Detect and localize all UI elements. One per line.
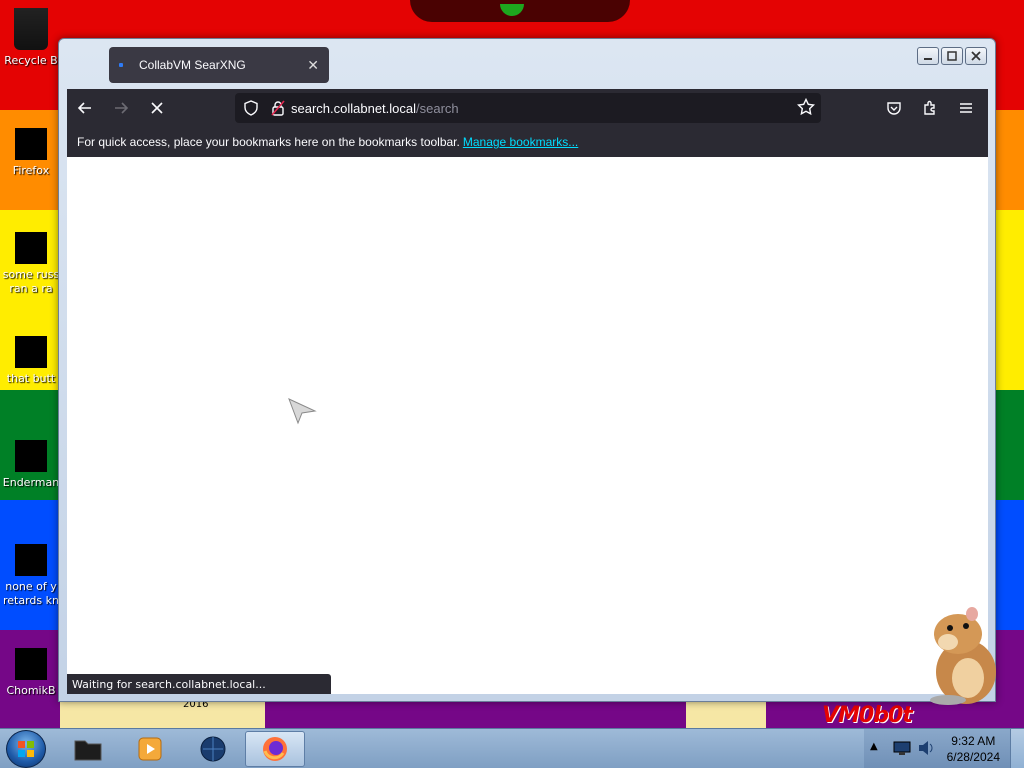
forward-button[interactable] [103,93,139,123]
network-icon[interactable] [892,739,912,757]
desktop-icon-label: that butt [6,372,56,385]
favicon-icon [119,63,123,67]
start-button[interactable] [6,730,46,768]
navigation-toolbar: search.collabnet.local/search [67,89,988,127]
insecure-lock-icon[interactable] [271,100,285,116]
extensions-button[interactable] [912,93,948,123]
taskbar: ▲ 9:32 AM 6/28/2024 [0,728,1024,768]
desktop-icon-file[interactable]: Enderman [0,440,62,490]
globe-icon [200,736,226,762]
status-bar: Waiting for search.collabnet.local... [67,674,331,694]
maximize-icon [947,51,957,61]
application-icon [15,648,47,680]
taskbar-app-browser[interactable] [183,731,243,767]
toolbar-actions [876,93,984,123]
document-icon [15,336,47,368]
desktop-icon-file[interactable]: some russ ran a ra [0,232,62,296]
document-icon [15,232,47,264]
maximize-button[interactable] [941,47,963,65]
desktop-icon-firefox[interactable]: Firefox [0,128,62,178]
desktop-icon-file[interactable]: that butt [0,336,62,386]
desktop-icon-label: some russ [2,268,60,281]
recycle-bin-icon [14,8,48,50]
wallpaper-watermark: VM0b0t [822,703,913,728]
desktop-icon-label: Enderman [2,476,60,489]
bookmark-star-icon[interactable] [797,98,815,116]
desktop-icon-label: Recycle B [4,54,58,67]
manage-bookmarks-link[interactable]: Manage bookmarks... [463,135,578,149]
bookmarks-hint: For quick access, place your bookmarks h… [77,135,460,149]
clock-time: 9:32 AM [951,734,996,748]
application-icon [15,440,47,472]
desktop-icon-label: retards kn [3,594,59,607]
volume-icon[interactable] [916,739,936,757]
desktop-icon-file[interactable]: none of y retards kn [0,544,62,608]
page-content[interactable]: Waiting for search.collabnet.local... [67,157,988,694]
wallpaper-shape [686,700,766,730]
media-player-icon [138,737,162,761]
tab-collabvm-searxng[interactable]: CollabVM SearXNG ✕ [109,47,329,83]
taskbar-app-explorer[interactable] [58,731,118,767]
desktop-icon-recycle-bin[interactable]: Recycle B [0,8,62,68]
hamburger-menu-icon [960,103,972,113]
bookmarks-toolbar: For quick access, place your bookmarks h… [67,127,988,157]
desktop-icon-label: ChomikB [6,684,56,697]
tab-title: CollabVM SearXNG [139,58,246,72]
pocket-button[interactable] [876,93,912,123]
browser-window: CollabVM SearXNG ✕ search.collabnet.loca… [58,38,996,702]
shield-icon[interactable] [243,100,259,116]
windows-logo-icon [18,741,34,757]
minimize-icon [924,58,932,60]
desktop-icon-label: none of y [5,580,57,593]
close-icon [971,51,981,61]
folder-icon [74,740,102,761]
stop-button[interactable] [139,93,175,123]
firefox-icon [15,128,47,160]
application-icon [15,544,47,576]
desktop-icon-label: Firefox [12,164,50,177]
puzzle-icon [924,100,935,115]
clock-date: 6/28/2024 [946,750,1000,764]
wallpaper-shape [60,700,265,730]
taskbar-app-media-player[interactable] [120,731,180,767]
address-bar[interactable]: search.collabnet.local/search [235,93,821,123]
window-controls [917,47,987,65]
show-hidden-icons-icon[interactable]: ▲ [870,741,878,752]
system-tray: ▲ 9:32 AM 6/28/2024 [864,729,1024,768]
url-text: search.collabnet.local/search [291,100,459,116]
pocket-icon [887,102,901,115]
taskbar-app-firefox[interactable] [245,731,305,767]
menu-button[interactable] [948,93,984,123]
close-tab-icon[interactable]: ✕ [307,57,319,74]
clock[interactable]: 9:32 AM 6/28/2024 [947,733,1000,765]
forward-arrow-icon [115,102,129,114]
hamster-image [930,607,996,705]
minimize-button[interactable] [917,47,939,65]
close-window-button[interactable] [965,47,987,65]
show-desktop-button[interactable] [1010,729,1024,768]
mouse-cursor-icon [288,398,317,425]
desktop-icon-file[interactable]: ChomikB [0,648,62,698]
firefox-icon [263,737,287,761]
back-arrow-icon [77,102,91,114]
stop-loading-icon [151,102,163,114]
back-button[interactable] [67,93,103,123]
desktop-icon-label: ran a ra [9,282,53,295]
